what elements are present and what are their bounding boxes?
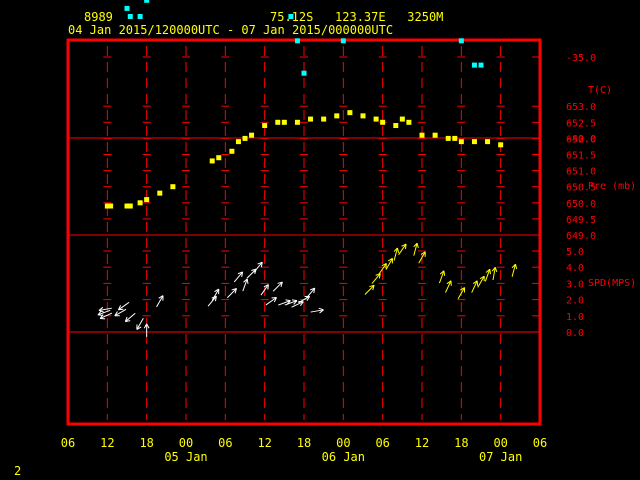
pressure-point: [452, 135, 458, 141]
x-tick-label: 18: [454, 436, 468, 450]
x-tick-label: 06: [61, 436, 75, 450]
x-tick-label: 00: [493, 436, 507, 450]
y-axis-label: T(C): [588, 85, 612, 96]
x-tick-label: 06: [533, 436, 547, 450]
pressure-point: [235, 139, 241, 145]
wind-arrow-head: [385, 263, 387, 269]
y-tick-label: 2.0: [566, 296, 584, 307]
pressure-point: [127, 203, 133, 209]
x-tick-label: 18: [139, 436, 153, 450]
pressure-point: [432, 132, 438, 138]
wind-arrow-head: [291, 299, 298, 302]
y-tick-label: 649.0: [566, 231, 596, 242]
pressure-point: [108, 203, 114, 209]
pressure-point: [406, 119, 412, 125]
pressure-point: [471, 139, 477, 145]
pressure-point: [262, 123, 268, 129]
pressure-point: [249, 132, 255, 138]
x-tick-label: 18: [297, 436, 311, 450]
y-tick-label: 3.0: [566, 279, 584, 290]
temperature-point: [471, 62, 477, 68]
pressure-point: [137, 200, 143, 206]
y-tick-label: -35.0: [566, 53, 596, 64]
meteogram: -40.0-35.0-30.0-25.0-20.0-15.0T(C)649.06…: [61, 0, 636, 464]
y-tick-label: 650.0: [566, 199, 596, 210]
pressure-point: [216, 155, 222, 161]
pressure-point: [419, 132, 425, 138]
pressure-point: [445, 135, 451, 141]
y-tick-label: 651.5: [566, 151, 596, 162]
y-tick-label: 651.0: [566, 167, 596, 178]
wind-arrow-head: [405, 244, 407, 250]
pressure-point: [458, 139, 464, 145]
y-tick-label: 1.0: [566, 312, 584, 323]
pressure-point: [209, 158, 215, 164]
temperature-point: [144, 0, 150, 3]
y-axis-label: SPD(MPS): [588, 278, 636, 289]
x-tick-label: 12: [257, 436, 271, 450]
x-tick-label: 00: [336, 436, 350, 450]
y-tick-label: 649.5: [566, 215, 596, 226]
temperature-point: [458, 38, 464, 44]
x-tick-label: 12: [100, 436, 114, 450]
pressure-point: [308, 116, 314, 122]
pressure-point: [373, 116, 379, 122]
y-tick-label: 652.0: [566, 134, 596, 145]
pressure-point: [347, 110, 353, 116]
wind-arrow-head: [318, 307, 324, 311]
x-tick-label: 06: [218, 436, 232, 450]
y-tick-label: 5.0: [566, 247, 584, 258]
wind-arrow-head: [396, 247, 400, 253]
wind-arrow-head: [285, 299, 291, 302]
temperature-point: [288, 14, 294, 19]
y-tick-label: 4.0: [566, 263, 584, 274]
pressure-point: [170, 184, 176, 190]
page-number: 2: [14, 464, 22, 478]
date-label: 06 Jan: [322, 450, 365, 464]
pressure-point: [144, 197, 150, 203]
temperature-point: [137, 14, 143, 19]
pressure-point: [334, 113, 340, 119]
pressure-point: [229, 148, 235, 154]
temperature-point: [294, 38, 300, 44]
wind-arrow-head: [443, 270, 446, 276]
x-tick-label: 06: [375, 436, 389, 450]
temperature-point: [340, 38, 346, 44]
pressure-point: [242, 135, 248, 141]
wind-arrow-head: [267, 284, 269, 290]
temperature-point: [301, 70, 307, 76]
pressure-point: [498, 142, 504, 148]
x-tick-label: 00: [179, 436, 193, 450]
pressure-point: [157, 190, 163, 196]
pressure-point: [399, 116, 405, 122]
pressure-point: [294, 119, 300, 125]
temperature-point: [478, 62, 484, 68]
wind-arrow-head: [489, 269, 492, 275]
y-tick-label: 0.0: [566, 328, 584, 339]
y-tick-label: 652.5: [566, 118, 596, 129]
pressure-point: [360, 113, 366, 119]
wind-arrow-head: [98, 309, 104, 313]
wind-arrow-head: [514, 264, 518, 270]
pressure-point: [275, 119, 281, 125]
date-label: 07 Jan: [479, 450, 522, 464]
wind-arrow-head: [494, 267, 498, 273]
y-tick-label: 653.0: [566, 102, 596, 113]
wind-arrow-head: [246, 278, 249, 284]
y-axis-label: Pre (mb): [588, 181, 636, 192]
pressure-point: [321, 116, 327, 122]
pressure-point: [380, 119, 386, 125]
temperature-point: [124, 5, 130, 11]
pressure-point: [485, 139, 491, 145]
temperature-point: [127, 14, 133, 19]
date-label: 05 Jan: [164, 450, 207, 464]
pressure-point: [281, 119, 287, 125]
wind-arrow-head: [416, 242, 419, 249]
x-tick-label: 12: [415, 436, 429, 450]
pressure-point: [393, 123, 399, 129]
